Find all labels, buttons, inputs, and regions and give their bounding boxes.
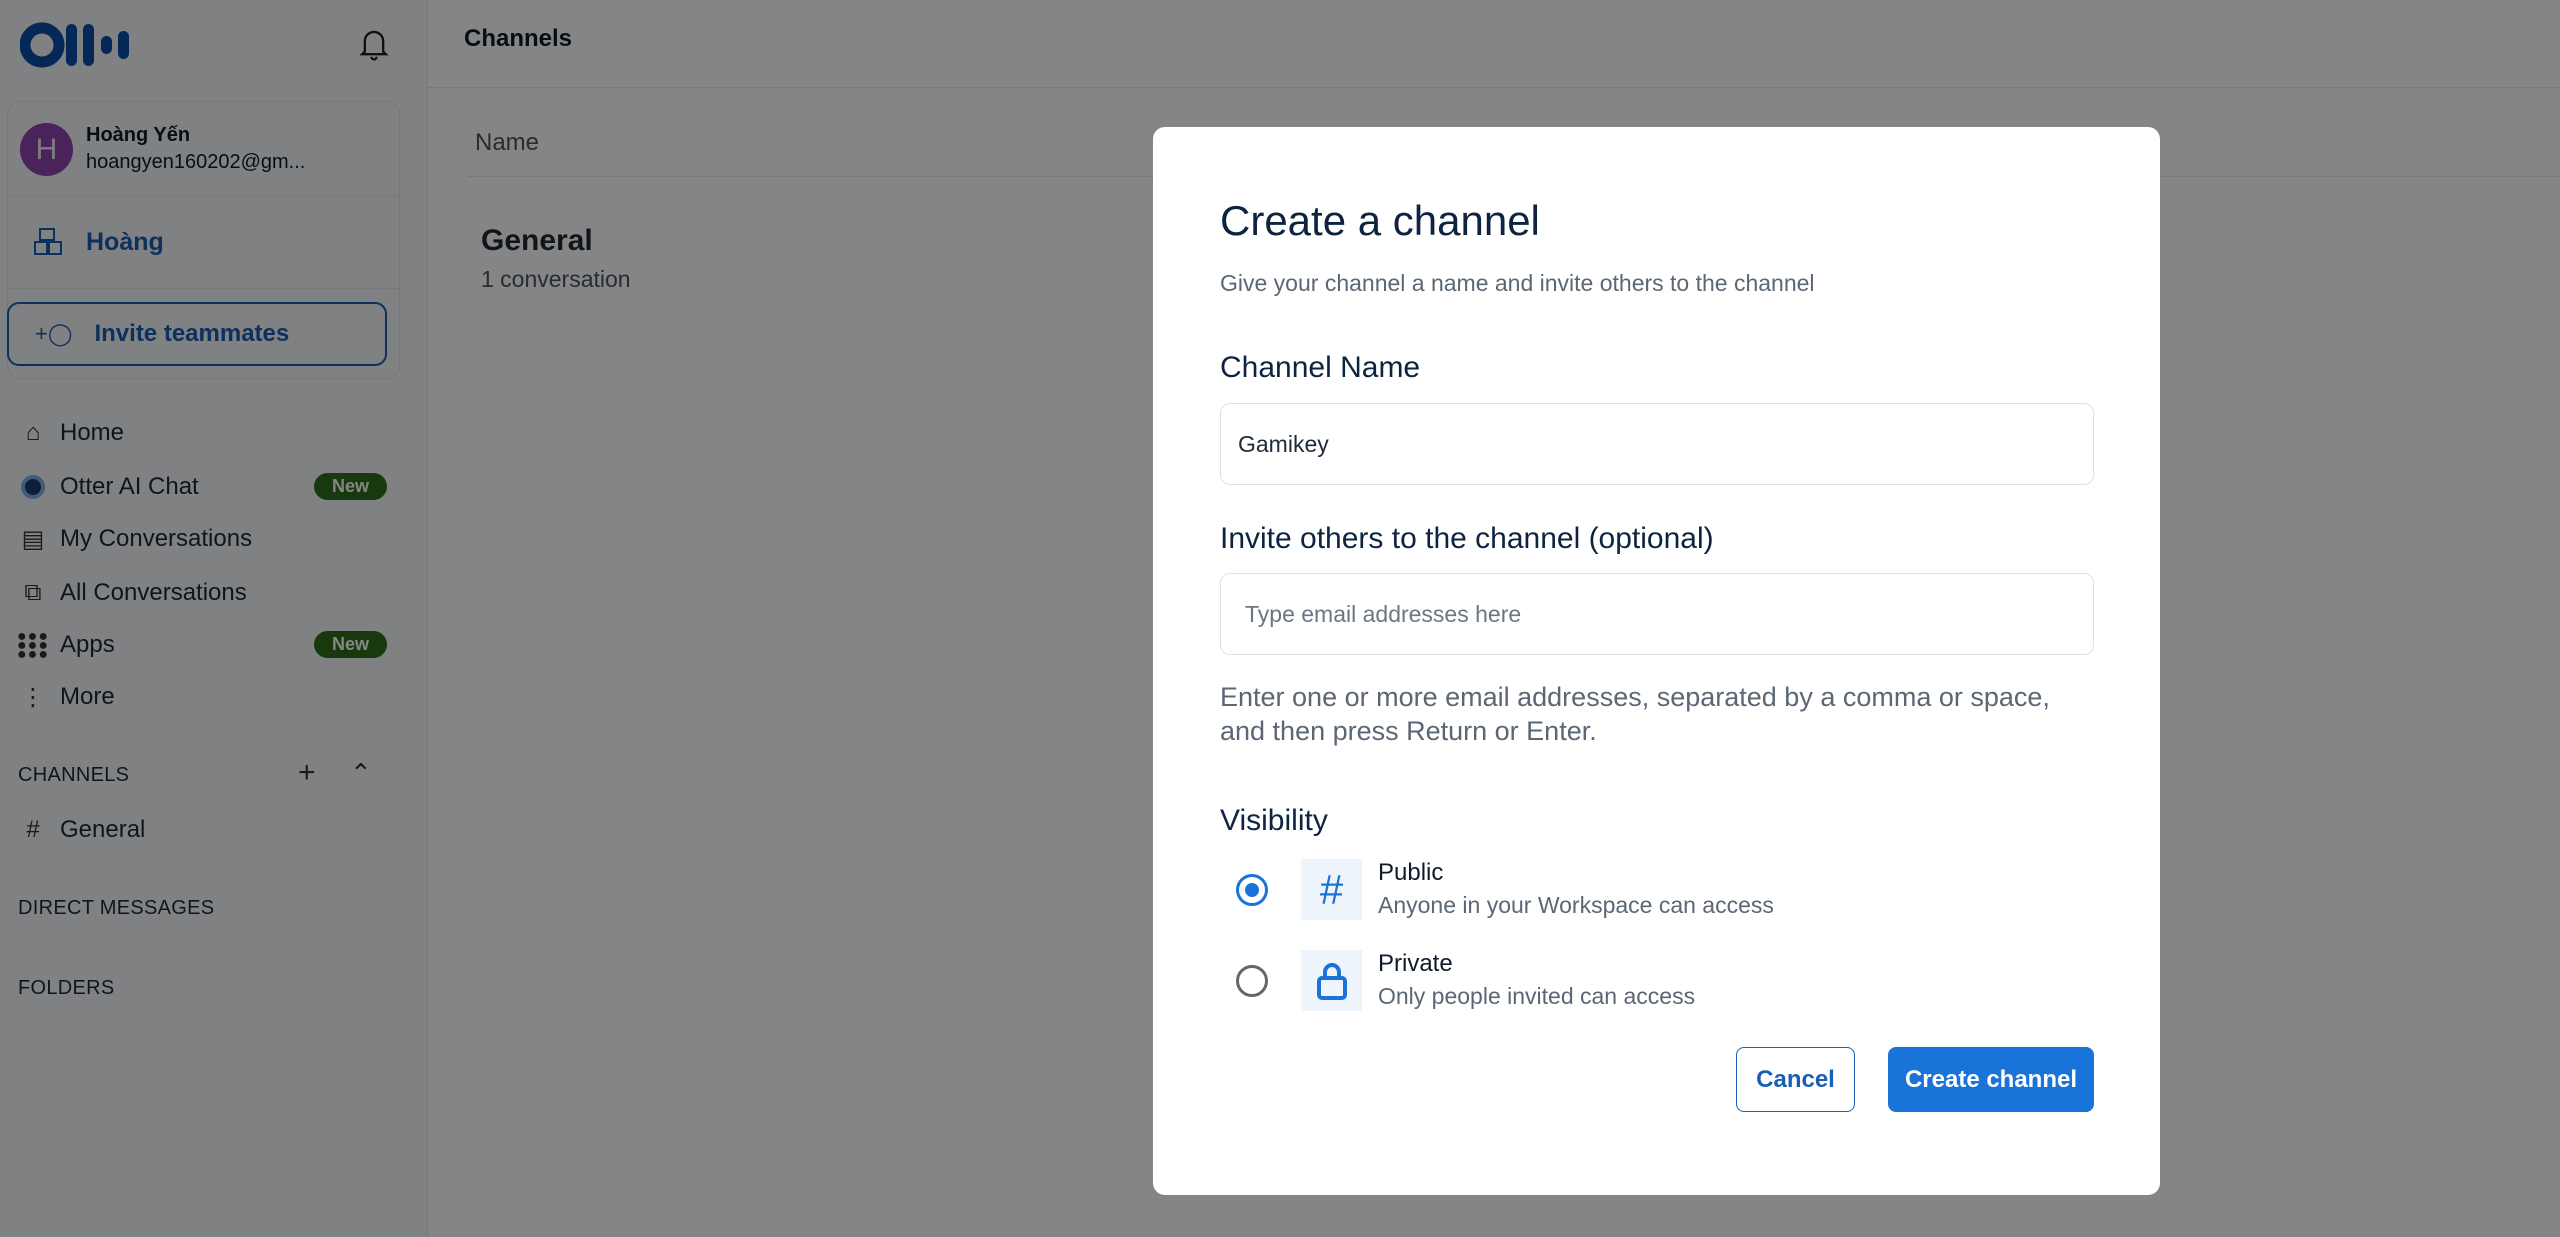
channel-name-input[interactable] [1220,403,2094,485]
help-line: and then press Return or Enter. [1220,716,1597,746]
channel-name-label: Channel Name [1220,351,1421,384]
visibility-label: Visibility [1220,804,1328,837]
public-radio[interactable] [1236,874,1268,906]
create-channel-button[interactable]: Create channel [1888,1047,2094,1112]
public-title[interactable]: Public [1378,859,1443,887]
public-description: Anyone in your Workspace can access [1378,892,1774,918]
private-radio[interactable] [1236,965,1268,997]
private-title[interactable]: Private [1378,950,1453,978]
private-description: Only people invited can access [1378,983,1696,1009]
hash-icon: # [1301,859,1362,920]
cancel-button[interactable]: Cancel [1736,1047,1855,1112]
invite-email-input[interactable] [1220,573,2094,655]
lock-icon [1301,950,1362,1011]
invite-help-text: Enter one or more email addresses, separ… [1220,680,2050,748]
dialog-subtitle: Give your channel a name and invite othe… [1220,270,1815,296]
help-line: Enter one or more email addresses, separ… [1220,682,2050,712]
dialog-title: Create a channel [1220,197,1540,244]
create-channel-dialog: Create a channel Give your channel a nam… [1153,127,2160,1195]
invite-label: Invite others to the channel (optional) [1220,522,1714,555]
